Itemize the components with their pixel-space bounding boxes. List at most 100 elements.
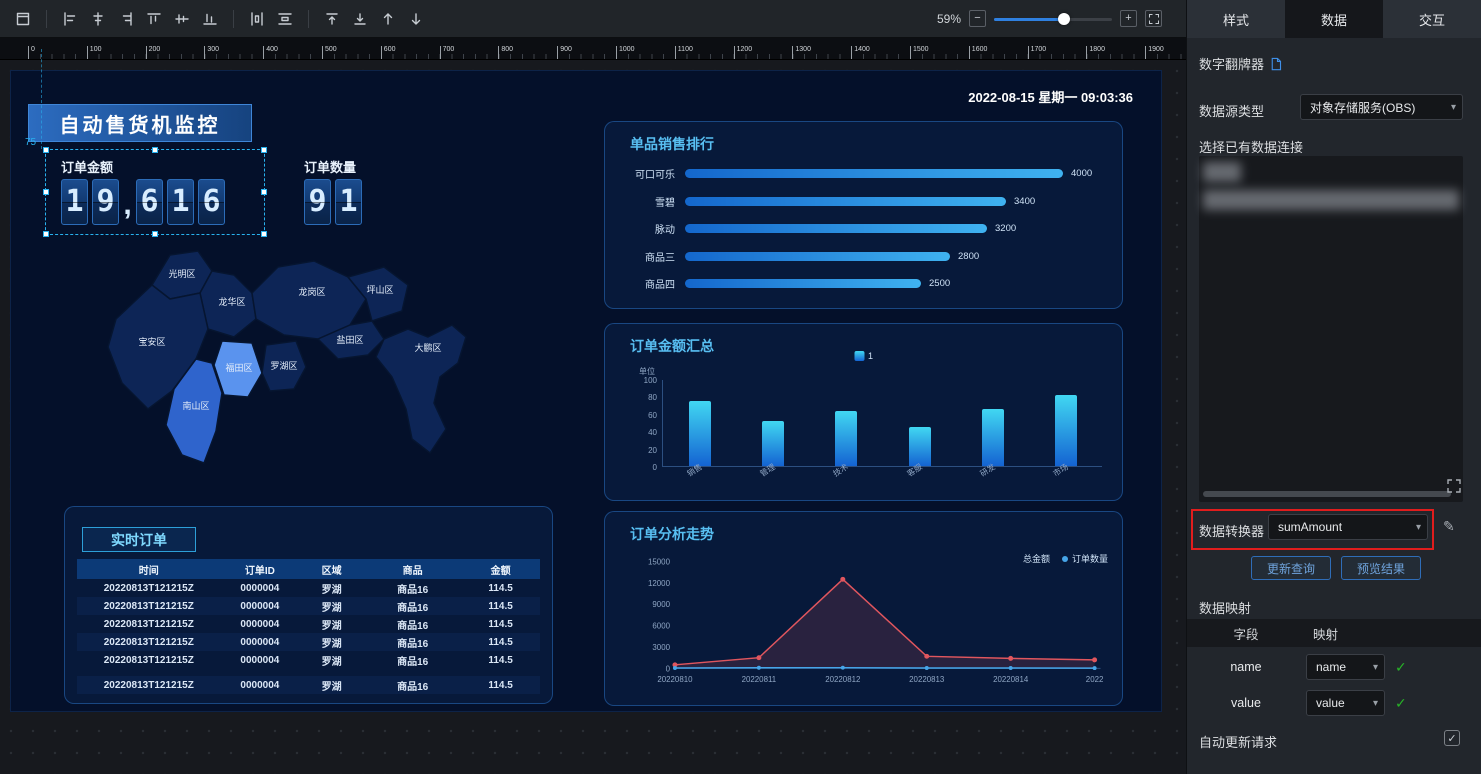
mapping-header-field: 字段	[1233, 627, 1259, 642]
ruler-label: 0	[28, 46, 35, 59]
ruler-label: 1700	[1027, 46, 1046, 59]
zoom-slider-thumb[interactable]	[1057, 12, 1070, 25]
ruler-label: 1400	[851, 46, 870, 59]
table-row[interactable]: 20220813T121215Z 0000004 罗湖 商品16 114.5	[77, 615, 540, 633]
map-district-label: 光明区	[168, 268, 195, 279]
horizontal-scrollbar[interactable]	[1203, 491, 1451, 497]
align-vertical-center-icon[interactable]	[169, 7, 195, 31]
resize-handle[interactable]	[261, 147, 267, 153]
mapping-select-value[interactable]: value ▾	[1306, 690, 1385, 716]
update-query-button[interactable]: 更新查询	[1251, 556, 1331, 580]
table-cell: 罗湖	[321, 584, 342, 596]
move-down-icon[interactable]	[403, 7, 429, 31]
svg-text:2022: 2022	[1086, 675, 1104, 684]
resize-handle[interactable]	[261, 189, 267, 195]
mapping-select-name[interactable]: name ▾	[1306, 654, 1385, 680]
bar-row: 可口可乐 4000	[619, 160, 1108, 188]
svg-text:20220813: 20220813	[909, 675, 945, 684]
product-rank-panel[interactable]: 单品销售排行 可口可乐 4000 雪碧 3400 脉动 3200 商品三 2800 商品四 250…	[604, 121, 1123, 309]
dashboard-canvas[interactable]: 自动售货机监控 2022-08-15 星期一 09:03:36 订单金额 19,…	[10, 49, 1162, 712]
table-row[interactable]: 20220813T121215Z 0000004 罗湖 商品16 114.5	[77, 579, 540, 597]
resize-handle[interactable]	[43, 147, 49, 153]
toolbar-divider	[46, 9, 47, 28]
tab-interaction[interactable]: 交互	[1383, 0, 1481, 38]
zoom-slider[interactable]	[994, 12, 1112, 25]
map-district-label: 大鹏区	[414, 342, 441, 353]
document-icon[interactable]	[1270, 57, 1282, 71]
mapping-field-name: name	[1230, 660, 1262, 674]
align-bottom-icon[interactable]	[197, 7, 223, 31]
redacted-connection-item[interactable]	[1203, 162, 1241, 182]
table-cell: 114.5	[488, 636, 513, 648]
dashboard-title[interactable]: 自动售货机监控	[28, 104, 252, 142]
tab-data[interactable]: 数据	[1285, 0, 1383, 38]
align-top-icon[interactable]	[141, 7, 167, 31]
inspector-tabbar: 样式 数据 交互	[1187, 0, 1481, 38]
summary-xlabels: 销售 管理 技术 客服 研发 市场	[605, 324, 1122, 500]
svg-text:6000: 6000	[652, 622, 670, 631]
map-district-label: 宝安区	[138, 336, 165, 347]
bar	[685, 169, 1063, 179]
tab-style[interactable]: 样式	[1187, 0, 1285, 38]
map-district-label: 南山区	[182, 400, 209, 411]
auto-update-checkbox[interactable]: ✓	[1444, 730, 1460, 746]
mapping-select-value-value: value	[1316, 696, 1345, 710]
send-to-back-icon[interactable]	[347, 7, 373, 31]
kpi-count-digits[interactable]: 91	[304, 179, 362, 225]
bar	[685, 251, 950, 261]
widget-name: 数字翻牌器	[1199, 57, 1265, 72]
zoom-out-button[interactable]: −	[969, 10, 986, 27]
connection-list[interactable]	[1199, 156, 1463, 502]
realtime-orders-panel[interactable]: 实时订单 时间 订单ID 区域 商品 金额 20220813T121215Z 000000…	[64, 506, 553, 704]
resize-handle[interactable]	[261, 231, 267, 237]
orders-column-header: 区域	[321, 565, 342, 577]
dashboard-timestamp[interactable]: 2022-08-15 星期一 09:03:36	[968, 87, 1133, 106]
inspector-panel: 样式 数据 交互 数字翻牌器 数据源类型 对象存储服务(OBS) ▾ 选择已有数…	[1186, 0, 1481, 774]
table-cell: 114.5	[488, 679, 513, 691]
map-widget[interactable]: 光明区 龙华区 宝安区 龙岗区 坪山区 盐田区 南山区 福田区 罗湖区 大鹏区	[56, 241, 526, 511]
bring-to-front-icon[interactable]	[319, 7, 345, 31]
align-horizontal-center-icon[interactable]	[85, 7, 111, 31]
amount-summary-panel[interactable]: 订单金额汇总 1 单位 0 20 40 60 80 100 销售 管理 技术 客服 研发 市场	[604, 323, 1123, 501]
bar-row: 雪碧 3400	[619, 188, 1108, 216]
bar-category-label: 脉动	[655, 225, 675, 237]
mapping-select-name-value: name	[1316, 660, 1347, 674]
board-icon[interactable]	[10, 7, 36, 31]
expand-icon[interactable]	[1446, 478, 1462, 494]
align-left-icon[interactable]	[57, 7, 83, 31]
table-row[interactable]: 20220813T121215Z 0000004 罗湖 商品16 114.5	[77, 633, 540, 651]
canvas-workspace[interactable]: 自动售货机监控 2022-08-15 星期一 09:03:36 订单金额 19,…	[0, 49, 1186, 774]
table-row[interactable]: 20220813T121215Z 0000004 罗湖 商品16 114.5	[77, 676, 540, 694]
resize-handle[interactable]	[152, 231, 158, 237]
ruler: 0 100 200 300 400 500 600 700 800 900 1000 1100 1200…	[0, 38, 1186, 60]
align-right-icon[interactable]	[113, 7, 139, 31]
table-cell: 0000004	[240, 600, 280, 612]
table-row[interactable]: 20220813T121215Z 0000004 罗湖 商品16 114.5	[77, 651, 540, 669]
converter-label: 数据转换器	[1199, 524, 1265, 539]
table-cell: 114.5	[488, 654, 513, 666]
converter-value: sumAmount	[1278, 520, 1343, 534]
edit-pencil-icon[interactable]: ✎	[1443, 518, 1455, 535]
distribute-horizontal-icon[interactable]	[244, 7, 270, 31]
bar-row: 脉动 3200	[619, 215, 1108, 243]
datasource-type-label: 数据源类型	[1199, 104, 1265, 119]
trend-panel[interactable]: 订单分析走势 总金额 订单数量 0 3000 6000 9000 12000 15000 2…	[604, 511, 1123, 706]
datasource-type-select[interactable]: 对象存储服务(OBS) ▾	[1300, 94, 1463, 120]
resize-handle[interactable]	[43, 231, 49, 237]
fit-screen-button[interactable]	[1145, 10, 1162, 27]
resize-handle[interactable]	[43, 189, 49, 195]
converter-select[interactable]: sumAmount ▾	[1268, 514, 1428, 540]
svg-text:20220814: 20220814	[993, 675, 1029, 684]
check-icon: ✓	[1395, 659, 1407, 675]
table-row[interactable]: 20220813T121215Z 0000004 罗湖 商品16 114.5	[77, 597, 540, 615]
distribute-vertical-icon[interactable]	[272, 7, 298, 31]
orders-column-header: 时间	[138, 565, 159, 577]
resize-handle[interactable]	[152, 147, 158, 153]
preview-result-button[interactable]: 预览结果	[1341, 556, 1421, 580]
selection-box[interactable]	[43, 147, 267, 237]
ruler-label: 1900	[1145, 46, 1164, 59]
redacted-connection-item[interactable]	[1203, 190, 1459, 210]
zoom-in-button[interactable]: +	[1120, 10, 1137, 27]
datasource-type-value: 对象存储服务(OBS)	[1310, 100, 1416, 115]
move-up-icon[interactable]	[375, 7, 401, 31]
